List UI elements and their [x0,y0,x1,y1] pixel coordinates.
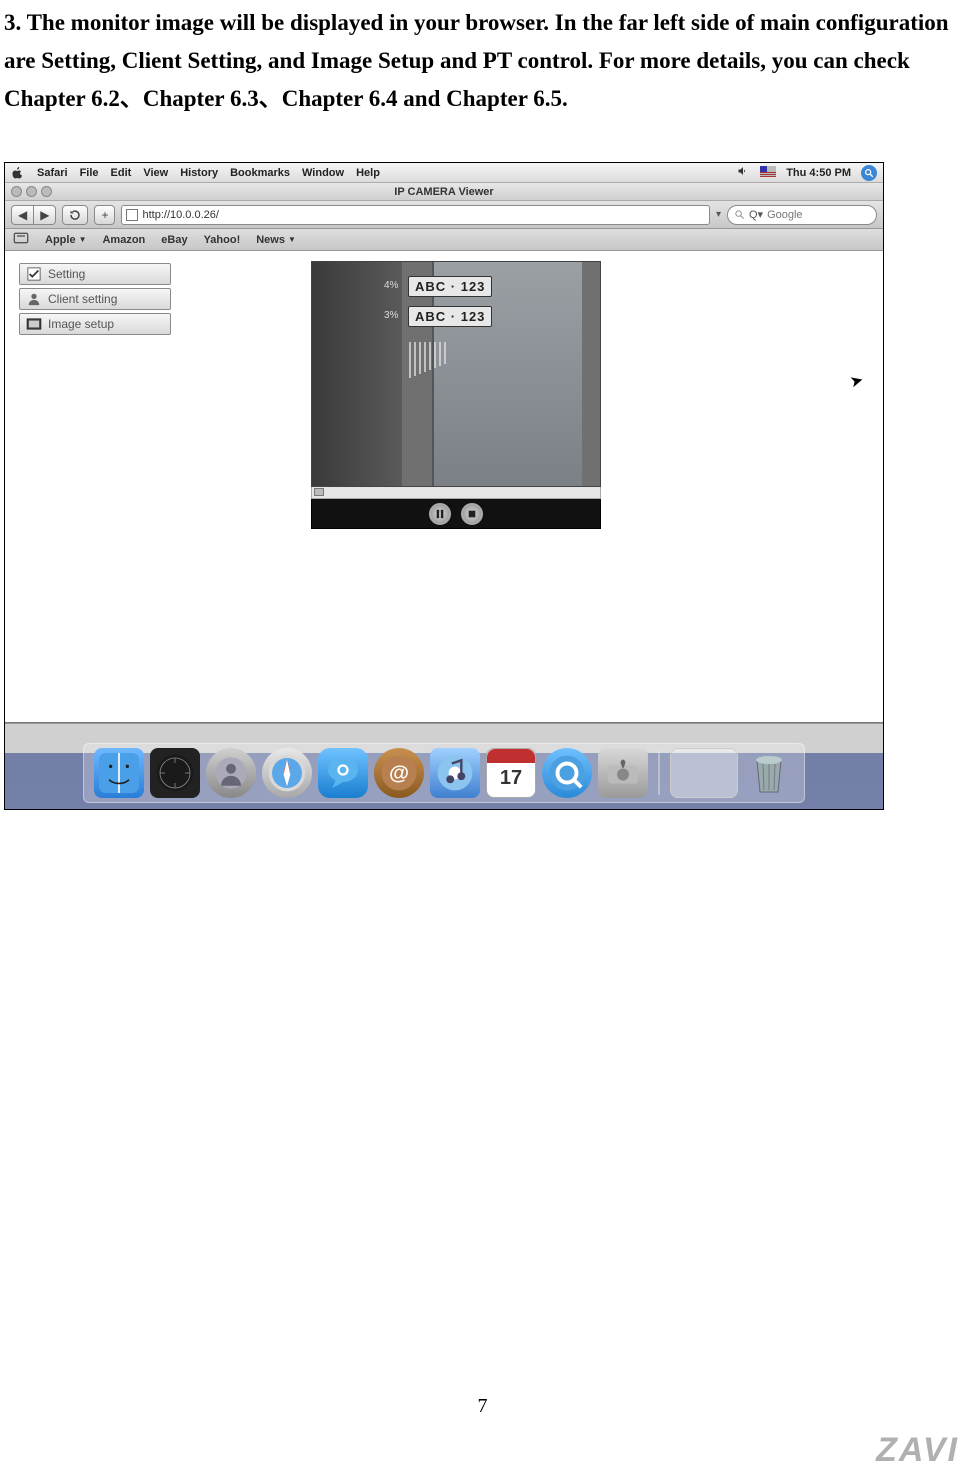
scrub-knob[interactable] [314,488,324,496]
url-text: http://10.0.0.26/ [142,209,218,221]
dock-app-icon[interactable] [206,748,256,798]
url-field[interactable]: http://10.0.0.26/ [121,205,709,225]
calendar-day: 17 [500,767,522,790]
dock-divider [658,751,660,795]
minimize-button[interactable] [26,186,37,197]
spotlight-icon[interactable] [861,165,877,181]
mac-menubar: Safari File Edit View History Bookmarks … [5,163,883,183]
forward-button[interactable]: ▶ [34,205,56,225]
dock-ical-icon[interactable]: 17 [486,748,536,798]
dock-itunes-icon[interactable] [430,748,480,798]
search-icon [734,209,745,220]
license-plate-1: ABC · 123 [408,276,492,297]
video-overlay-pct2: 3% [384,310,398,321]
volume-icon[interactable] [736,165,750,180]
dock-quicktime-icon[interactable] [542,748,592,798]
bookmark-label: News [256,234,285,246]
camera-content: 4% 3% ABC · 123 ABC · 123 [181,251,883,722]
pause-button[interactable] [429,503,451,525]
dock-ichat-icon[interactable] [318,748,368,798]
image-icon [26,317,42,331]
sidebar-item-setting[interactable]: Setting [19,263,171,285]
window-titlebar: IP CAMERA Viewer [5,183,883,201]
embedded-screenshot: Safari File Edit View History Bookmarks … [4,162,884,810]
bookmark-apple[interactable]: Apple▼ [45,234,86,246]
flag-icon[interactable] [760,166,776,180]
menubar-clock[interactable]: Thu 4:50 PM [786,167,851,179]
brand-watermark: ZAVI [876,1431,959,1470]
menubar-item-bookmarks[interactable]: Bookmarks [230,167,290,179]
dock-finder-icon[interactable] [94,748,144,798]
bookmark-news[interactable]: News▼ [256,234,296,246]
sidebar-item-label: Client setting [48,292,117,306]
zoom-button[interactable] [41,186,52,197]
dock-safari-icon[interactable] [262,748,312,798]
sidebar-item-label: Setting [48,267,85,281]
bookmark-ebay[interactable]: eBay [161,234,187,246]
search-placeholder: Google [767,209,802,221]
video-controls [311,499,601,529]
dock-trash-icon[interactable] [744,748,794,798]
dock-syspref-icon[interactable] [598,748,648,798]
close-button[interactable] [11,186,22,197]
back-button[interactable]: ◀ [11,205,34,225]
bookmark-label: Apple [45,234,76,246]
mac-dock: @ 17 [83,743,805,803]
video-frame: 4% 3% ABC · 123 ABC · 123 [311,261,601,487]
window-title: IP CAMERA Viewer [394,186,493,198]
search-field[interactable]: Q▾ Google [727,205,877,225]
checkbox-icon [26,267,42,281]
page-icon [126,209,138,221]
video-player: 4% 3% ABC · 123 ABC · 123 [311,261,601,529]
dock-minimized-window[interactable] [670,748,738,798]
browser-content: Setting Client setting Image setup [5,251,883,723]
stop-button[interactable] [461,503,483,525]
sidebar-item-label: Image setup [48,317,114,331]
bookmark-yahoo[interactable]: Yahoo! [204,234,241,246]
menubar-item-help[interactable]: Help [356,167,380,179]
scrub-bar[interactable] [311,487,601,499]
menubar-item-history[interactable]: History [180,167,218,179]
menubar-item-view[interactable]: View [143,167,168,179]
person-icon [26,292,42,306]
rss-dropdown-icon[interactable]: ▾ [716,209,721,220]
video-overlay-pct1: 4% [384,280,398,291]
svg-text:@: @ [389,761,409,784]
menubar-item-window[interactable]: Window [302,167,344,179]
bookmarks-menu-icon[interactable] [13,232,29,247]
traffic-lights[interactable] [11,186,52,197]
sidebar-item-image-setup[interactable]: Image setup [19,313,171,335]
add-bookmark-button[interactable]: + [94,205,115,225]
sidebar-item-client-setting[interactable]: Client setting [19,288,171,310]
dock-dashboard-icon[interactable] [150,748,200,798]
camera-sidebar: Setting Client setting Image setup [5,251,181,722]
menubar-item-file[interactable]: File [80,167,99,179]
grille-graphic [408,340,452,380]
reload-button[interactable] [62,205,88,225]
menubar-app-name[interactable]: Safari [37,167,68,179]
dock-mail-icon[interactable]: @ [374,748,424,798]
page-number: 7 [0,1395,965,1418]
license-plate-2: ABC · 123 [408,306,492,327]
browser-toolbar: ◀ ▶ + http://10.0.0.26/ ▾ Q▾ Google [5,201,883,229]
menubar-item-edit[interactable]: Edit [111,167,132,179]
apple-menu-icon[interactable] [11,167,25,179]
instruction-paragraph: 3. The monitor image will be displayed i… [0,0,965,118]
bookmarks-bar: Apple▼ Amazon eBay Yahoo! News▼ [5,229,883,251]
bookmark-amazon[interactable]: Amazon [102,234,145,246]
